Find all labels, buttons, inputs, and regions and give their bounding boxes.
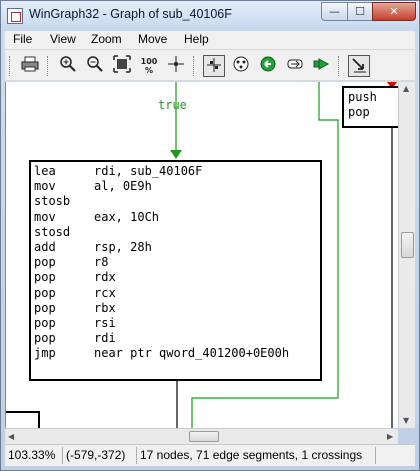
instruction-line: stosd xyxy=(34,224,71,239)
status-bar: 103.33% (-579,-372) 17 nodes, 71 edge se… xyxy=(5,444,415,466)
zoom-100-icon[interactable]: 100% xyxy=(138,55,160,77)
toolbar: 100% xyxy=(5,49,415,81)
instruction-line: stosb xyxy=(34,194,71,209)
instruction-line: pop rcx xyxy=(34,285,116,300)
arrow-outline-icon[interactable] xyxy=(284,55,306,77)
graph-summary: 17 nodes, 71 edge segments, 1 crossings xyxy=(140,448,363,462)
scroll-up-icon[interactable]: ▲ xyxy=(403,84,409,93)
instruction-line: jmp near ptr qword_401200+0E00h xyxy=(34,346,290,361)
window-title: WinGraph32 - Graph of sub_40106F xyxy=(29,7,232,21)
graph-canvas[interactable]: true lea rdi, sub_40106F mov al, 0E9h stos… xyxy=(5,82,398,428)
instruction-line: pop xyxy=(348,105,370,120)
circle-dots-icon[interactable] xyxy=(230,55,252,77)
toolbar-separator xyxy=(47,56,50,76)
menu-move[interactable]: Move xyxy=(138,32,167,46)
close-button[interactable]: ✕ xyxy=(372,2,416,21)
title-bar[interactable]: WinGraph32 - Graph of sub_40106F — ☐ ✕ xyxy=(1,1,419,31)
zoom-level: 103.33% xyxy=(8,448,56,462)
partial-node-left xyxy=(6,411,40,428)
instruction-line: mov al, 0E9h xyxy=(34,179,152,194)
true-edge-arrowhead xyxy=(170,150,182,159)
scroll-left-icon[interactable]: ◀ xyxy=(8,432,14,441)
instruction-line: pop r8 xyxy=(34,255,109,270)
instruction-line: pop rsi xyxy=(34,315,116,330)
instruction-line: push xyxy=(348,90,377,104)
scroll-down-icon[interactable]: ▼ xyxy=(403,416,409,425)
instruction-line: pop rbx xyxy=(34,300,116,315)
scroll-right-icon[interactable]: ▶ xyxy=(387,432,393,441)
instruction-line: pop rdx xyxy=(34,270,116,285)
status-separator xyxy=(62,447,63,464)
menu-view[interactable]: View xyxy=(50,32,76,46)
zoom-out-icon[interactable] xyxy=(84,55,106,77)
green-arrow-left-icon[interactable] xyxy=(257,55,279,77)
green-arrow-right-icon[interactable] xyxy=(311,55,333,77)
vertical-scrollbar[interactable]: ▲ ▼ xyxy=(398,82,415,428)
menu-help[interactable]: Help xyxy=(184,32,209,46)
select-mode-icon[interactable] xyxy=(348,55,370,77)
print-icon[interactable] xyxy=(19,55,41,77)
toolbar-separator xyxy=(338,56,341,76)
code-block-node[interactable]: lea rdi, sub_40106F mov al, 0E9h stosb mov… xyxy=(29,160,322,381)
horizontal-scrollbar[interactable]: ◀ ▶ xyxy=(5,428,398,444)
horizontal-scroll-thumb[interactable] xyxy=(189,431,219,442)
minimize-button[interactable]: — xyxy=(321,2,348,21)
edge-label-true: true xyxy=(158,98,187,112)
crosshair-icon[interactable] xyxy=(165,55,187,77)
zoom-in-icon[interactable] xyxy=(57,55,79,77)
fit-window-icon[interactable] xyxy=(111,55,133,77)
status-separator xyxy=(375,447,376,464)
menu-zoom[interactable]: Zoom xyxy=(91,32,122,46)
maximize-button[interactable]: ☐ xyxy=(347,2,373,21)
layout-icon[interactable] xyxy=(203,55,225,77)
cursor-coordinates: (-579,-372) xyxy=(66,448,126,462)
instruction-line: mov eax, 10Ch xyxy=(34,209,160,224)
vertical-scroll-thumb[interactable] xyxy=(401,232,414,258)
menu-bar: File View Zoom Move Help xyxy=(5,31,415,49)
instruction-line: add rsp, 28h xyxy=(34,239,152,254)
status-separator xyxy=(136,447,137,464)
menu-file[interactable]: File xyxy=(13,32,32,46)
app-icon xyxy=(7,8,23,24)
instruction-line: lea rdi, sub_40106F xyxy=(34,164,203,178)
instruction-line: pop rdi xyxy=(34,331,116,346)
code-block-node-right[interactable]: push pop xyxy=(342,86,398,128)
toolbar-grip xyxy=(9,56,12,76)
main-window: WinGraph32 - Graph of sub_40106F — ☐ ✕ F… xyxy=(0,0,420,471)
toolbar-separator xyxy=(193,56,196,76)
